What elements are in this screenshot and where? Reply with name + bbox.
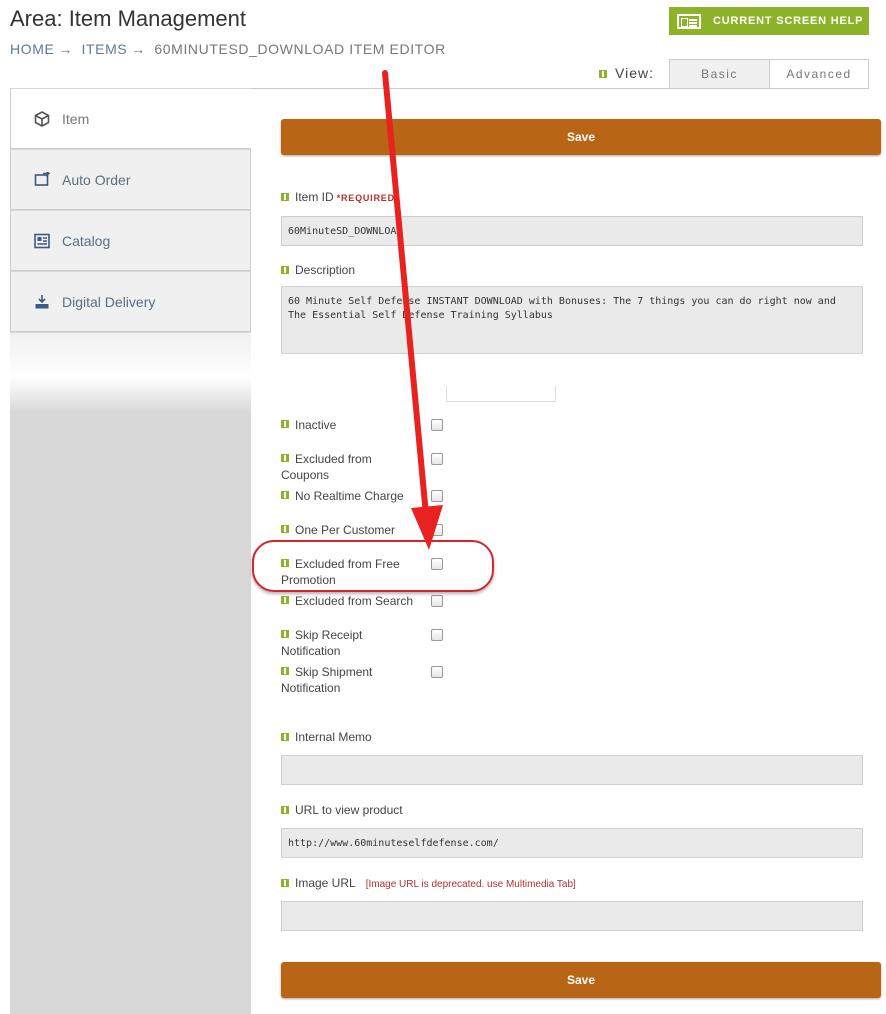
info-icon[interactable] [281,667,289,676]
checkbox-label-text: Skip Shipment Notification [281,665,373,695]
sidebar-item-item[interactable]: Item [10,89,251,149]
url-to-view-label: URL to view product [281,803,403,817]
item-id-label: Item ID *REQUIRED [281,190,395,204]
checkbox-label-text: Excluded from Search [295,594,414,608]
tab-advanced[interactable]: Advanced [769,59,869,89]
save-button-bottom[interactable]: Save [281,962,881,998]
breadcrumb-current: 60MINUTESD_DOWNLOAD ITEM EDITOR [154,41,446,57]
item-id-input[interactable]: 60MinuteSD_DOWNLOAD [281,216,863,246]
sidebar-item-catalog[interactable]: Catalog [10,211,251,271]
auto-order-icon [33,171,51,189]
info-icon[interactable] [281,265,289,274]
description-textarea[interactable]: 60 Minute Self Defense INSTANT DOWNLOAD … [281,286,863,354]
no-realtime-charge-label: No Realtime Charge [281,488,421,504]
info-icon[interactable] [281,732,289,741]
url-to-view-input[interactable]: http://www.60minuteselfdefense.com/ [281,828,863,858]
info-icon[interactable] [281,192,289,201]
skip-shipment-notification-label: Skip Shipment Notification [281,664,421,696]
checkbox-label-text: No Realtime Charge [295,489,404,503]
breadcrumb-home[interactable]: HOME [10,41,54,57]
help-screen-icon [677,13,701,29]
page-title: Area: Item Management [10,6,247,31]
breadcrumb-items[interactable]: ITEMS [82,41,128,57]
skip-receipt-notification-label: Skip Receipt Notification [281,627,421,659]
info-icon[interactable] [281,878,289,887]
sidebar-item-label: Catalog [62,232,111,249]
content-top-border [250,88,869,89]
info-icon[interactable] [281,596,289,605]
skip-receipt-notification-checkbox[interactable] [431,629,443,641]
breadcrumb: HOME → ITEMS → 60MINUTESD_DOWNLOAD ITEM ED… [10,41,446,57]
image-url-label: Image URL [Image URL is deprecated. use M… [281,876,576,890]
info-icon[interactable] [281,420,289,429]
sidebar-item-auto-order[interactable]: Auto Order [10,150,251,210]
image-url-input[interactable] [281,901,863,931]
checkbox-label-text: Inactive [295,418,337,432]
one-per-customer-label: One Per Customer [281,522,421,538]
excluded-from-coupons-checkbox[interactable] [431,453,443,465]
skip-shipment-notification-checkbox[interactable] [431,666,443,678]
internal-memo-label-text: Internal Memo [295,730,372,744]
url-to-view-label-text: URL to view product [295,803,403,817]
inactive-checkbox[interactable] [431,419,443,431]
info-icon[interactable] [281,525,289,534]
cube-icon [33,110,51,128]
save-button-top[interactable]: Save [281,119,881,155]
item-id-label-text: Item ID [295,190,334,204]
checkbox-label-text: One Per Customer [295,523,396,537]
image-url-label-text: Image URL [295,876,356,890]
view-label: View: [599,65,654,81]
checkbox-label-text: Excluded from Coupons [281,452,372,482]
required-marker: *REQUIRED [336,193,395,203]
download-tray-icon [33,293,51,311]
excluded-from-coupons-label: Excluded from Coupons [281,451,421,483]
view-label-text: View: [615,65,654,81]
internal-memo-input[interactable] [281,755,863,785]
info-icon[interactable] [281,491,289,500]
excluded-from-search-label: Excluded from Search [281,593,421,609]
checkbox-label-text: Skip Receipt Notification [281,628,363,658]
inactive-label: Inactive [281,417,421,433]
description-label: Description [281,263,355,277]
tab-basic[interactable]: Basic [669,59,770,89]
info-icon[interactable] [281,630,289,639]
info-icon[interactable] [599,70,607,79]
excluded-from-search-checkbox[interactable] [431,595,443,607]
description-label-text: Description [295,263,356,277]
help-button-label: CURRENT SCREEN HELP [713,15,864,27]
sidebar-item-label: Digital Delivery [62,293,156,310]
image-url-deprecation-note: [Image URL is deprecated. use Multimedia… [365,879,576,890]
sidebar-item-label: Item [62,110,90,127]
no-realtime-charge-checkbox[interactable] [431,490,443,502]
info-icon[interactable] [281,454,289,463]
internal-memo-label: Internal Memo [281,730,372,744]
sidebar-fade-overlay [10,333,251,413]
one-per-customer-checkbox[interactable] [431,524,443,536]
breadcrumb-separator: → [58,41,74,57]
highlight-circle-annotation [252,540,494,592]
current-screen-help-button[interactable]: CURRENT SCREEN HELP [669,7,869,35]
sidebar-item-label: Auto Order [62,171,131,188]
sidebar-item-digital-delivery[interactable]: Digital Delivery [10,272,251,332]
breadcrumb-separator: → [131,41,146,57]
info-icon[interactable] [281,805,289,814]
partial-input-field[interactable] [446,386,556,402]
catalog-icon [33,232,51,250]
